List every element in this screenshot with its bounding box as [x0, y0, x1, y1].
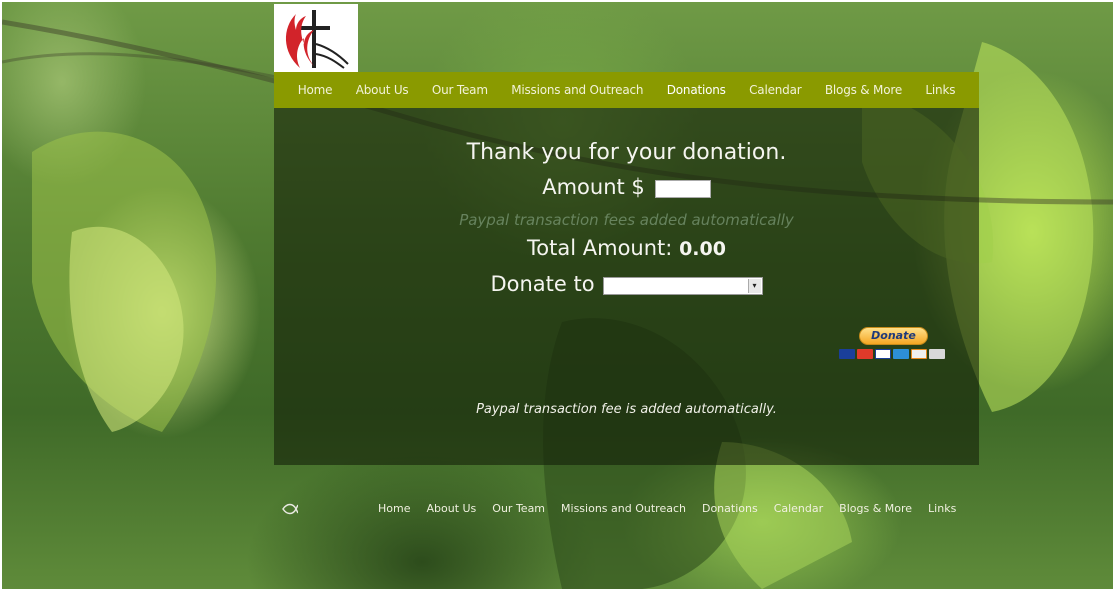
main-nav: Home About Us Our Team Missions and Outr… — [274, 72, 979, 108]
donate-button[interactable]: Donate — [859, 327, 928, 345]
nav-about-us[interactable]: About Us — [356, 83, 409, 97]
donate-to-select[interactable]: ▾ — [602, 277, 763, 295]
total-value: 0.00 — [679, 238, 726, 260]
amount-row: Amount $ — [274, 175, 979, 199]
cross-and-flame-logo-icon — [285, 10, 349, 69]
amount-input[interactable] — [654, 180, 711, 198]
donate-to-label: Donate to — [490, 272, 595, 296]
fee-note-bottom: Paypal transaction fee is added automati… — [476, 402, 777, 417]
footer-nav-links[interactable]: Links — [928, 502, 956, 515]
footer-nav-our-team[interactable]: Our Team — [492, 502, 545, 515]
donate-to-row: Donate to ▾ — [274, 272, 979, 296]
footer-nav-donations[interactable]: Donations — [702, 502, 758, 515]
church-logo[interactable] — [274, 4, 358, 72]
fish-icon[interactable] — [282, 500, 299, 515]
footer-nav-calendar[interactable]: Calendar — [774, 502, 823, 515]
page-heading: Thank you for your donation. — [466, 140, 787, 165]
nav-links[interactable]: Links — [925, 83, 955, 97]
footer-nav-blogs-and-more[interactable]: Blogs & More — [839, 502, 912, 515]
nav-our-team[interactable]: Our Team — [432, 83, 488, 97]
nav-missions-and-outreach[interactable]: Missions and Outreach — [511, 83, 643, 97]
footer-nav-missions-and-outreach[interactable]: Missions and Outreach — [561, 502, 686, 515]
nav-blogs-and-more[interactable]: Blogs & More — [825, 83, 902, 97]
donation-panel: Thank you for your donation. Amount $ Pa… — [274, 108, 979, 465]
nav-donations[interactable]: Donations — [667, 83, 726, 97]
total-row: Total Amount: 0.00 — [274, 236, 979, 260]
total-label: Total Amount: — [527, 236, 673, 260]
payment-cards-icon — [839, 349, 945, 359]
paypal-donate: Donate — [839, 327, 949, 363]
footer-nav-home[interactable]: Home — [378, 502, 410, 515]
amount-label: Amount $ — [542, 175, 645, 199]
nav-calendar[interactable]: Calendar — [749, 83, 802, 97]
nav-home[interactable]: Home — [298, 83, 333, 97]
footer-nav-about-us[interactable]: About Us — [426, 502, 476, 515]
dropdown-arrow-icon: ▾ — [747, 279, 761, 293]
footer-nav: Home About Us Our Team Missions and Outr… — [378, 502, 956, 515]
fee-note-top: Paypal transaction fees added automatica… — [459, 211, 794, 229]
